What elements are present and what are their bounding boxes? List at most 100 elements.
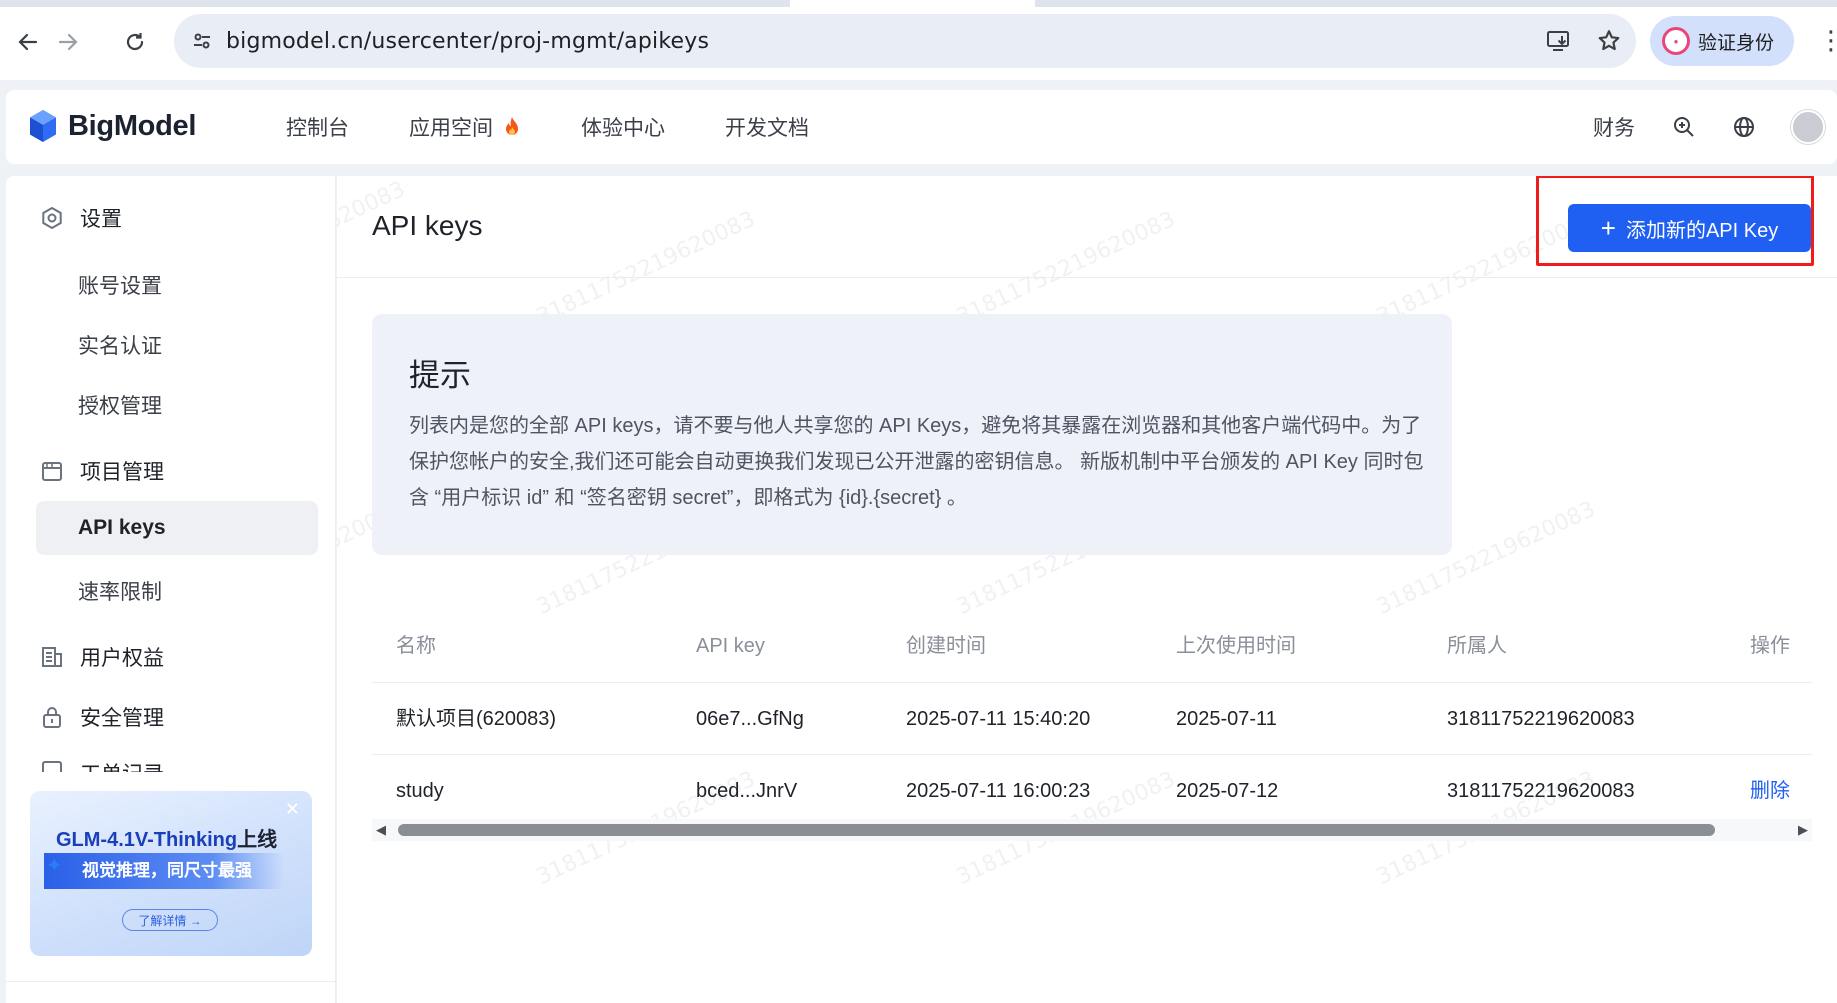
brand-name: BigModel (68, 109, 197, 142)
site-info-icon[interactable] (190, 29, 214, 53)
sidebar-group-security[interactable]: 安全管理 (38, 702, 164, 732)
install-app-icon[interactable] (1544, 26, 1574, 56)
scroll-left-icon[interactable]: ◀ (372, 819, 390, 841)
column-header: 创建时间 (906, 635, 986, 657)
nav-app-space[interactable]: 应用空间 (409, 112, 521, 142)
column-header: 名称 (396, 635, 436, 657)
nav-experience-label: 体验中心 (581, 117, 665, 140)
more-menu-icon[interactable]: ⋮ (1818, 22, 1837, 62)
tip-box: 提示 列表内是您的全部 API keys，请不要与他人共享您的 API Keys… (372, 314, 1452, 555)
plus-icon: + (1600, 213, 1616, 243)
column-header: API key (696, 635, 765, 657)
app-header: BigModel 控制台 应用空间 体验中心 开发文档 财务 (6, 90, 1837, 164)
settings-icon (38, 204, 66, 232)
address-bar[interactable]: bigmodel.cn/usercenter/proj-mgmt/apikeys (174, 14, 1636, 68)
profile-verify-button[interactable]: ● 验证身份 (1650, 16, 1794, 66)
sidebar-group-tickets-label: 工单记录 (80, 758, 164, 772)
watermark: 31811752219620083 (532, 206, 760, 331)
sidebar-item-real-name[interactable]: 实名认证 (78, 330, 162, 360)
column-header: 操作 (1750, 635, 1790, 657)
nav-console[interactable]: 控制台 (286, 112, 349, 142)
back-icon[interactable] (8, 22, 48, 62)
sidebar-group-security-label: 安全管理 (80, 707, 164, 730)
sidebar-group-projects[interactable]: 项目管理 (38, 456, 164, 486)
sidebar-item-api-keys-label: API keys (78, 516, 166, 539)
nav-finance[interactable]: 财务 (1593, 112, 1635, 142)
watermark: 31811752219620083 (1372, 206, 1600, 331)
tip-body: 列表内是您的全部 API keys，请不要与他人共享您的 API Keys，避免… (409, 415, 1424, 509)
watermark: 31811752219620083 (952, 206, 1180, 331)
sidebar-group-tickets[interactable]: 工单记录 (38, 754, 164, 772)
sidebar-group-settings[interactable]: 设置 (38, 203, 122, 233)
bigmodel-logo-icon (30, 110, 56, 142)
benefits-icon (38, 643, 66, 671)
cell-created: 2025-07-11 16:00:23 (906, 780, 1091, 802)
scroll-right-icon[interactable]: ▶ (1794, 819, 1812, 841)
bookmark-star-icon[interactable] (1594, 26, 1624, 56)
page-title: API keys (372, 210, 483, 241)
cell-api-key: bced...JnrV (696, 780, 798, 802)
brand-logo[interactable]: BigModel (28, 109, 196, 143)
sidebar-item-account-settings[interactable]: 账号设置 (78, 270, 162, 300)
sidebar-group-projects-label: 项目管理 (80, 461, 164, 484)
add-api-key-label: 添加新的API Key (1625, 219, 1779, 242)
horizontal-scrollbar[interactable]: ◀ ▶ (372, 819, 1812, 841)
active-tab[interactable] (790, 0, 1035, 7)
column-header: 所属人 (1447, 635, 1507, 657)
user-avatar[interactable] (1791, 110, 1825, 144)
cell-api-key: 06e7...GfNg (696, 708, 804, 730)
close-icon[interactable]: ✕ (285, 799, 300, 820)
nav-app-space-label: 应用空间 (409, 117, 493, 140)
header-divider (337, 277, 1837, 278)
promo-title: GLM-4.1V-Thinking上线 (56, 823, 277, 852)
table-row: study bced...JnrV 2025-07-11 16:00:23 20… (372, 754, 1812, 826)
globe-icon[interactable] (1731, 114, 1757, 140)
nav-experience[interactable]: 体验中心 (581, 112, 665, 142)
top-nav: 控制台 应用空间 体验中心 开发文档 (286, 90, 869, 164)
url-text[interactable]: bigmodel.cn/usercenter/proj-mgmt/apikeys (226, 29, 709, 54)
support-icon[interactable] (1671, 114, 1697, 140)
table-header: 名称 API key 创建时间 上次使用时间 所属人 操作 (372, 610, 1812, 682)
sidebar-item-rate-limit[interactable]: 速率限制 (78, 576, 162, 606)
profile-verify-label: 验证身份 (1698, 31, 1775, 54)
flame-icon (506, 117, 518, 135)
profile-badge-icon: ● (1662, 27, 1690, 55)
table-row: 默认项目(620083) 06e7...GfNg 2025-07-11 15:4… (372, 682, 1812, 754)
reload-icon[interactable] (115, 22, 155, 62)
promo-card[interactable]: ✕ GLM-4.1V-Thinking上线 视觉推理，同尺寸最强 ✦ 了解详情 … (30, 791, 312, 956)
cell-name: 默认项目(620083) (396, 708, 557, 730)
promo-title-tail: 上线 (237, 829, 278, 851)
add-api-key-button[interactable]: + 添加新的API Key (1568, 204, 1811, 252)
tip-heading: 提示 (409, 358, 471, 393)
nav-docs-label: 开发文档 (725, 117, 809, 140)
sparkle-icon: ✦ (46, 855, 63, 877)
delete-button[interactable]: 删除 (1750, 755, 1790, 827)
api-keys-table: 名称 API key 创建时间 上次使用时间 所属人 操作 默认项目(62008… (372, 610, 1812, 826)
ticket-icon (38, 754, 66, 772)
nav-console-label: 控制台 (286, 117, 349, 140)
sidebar-group-benefits[interactable]: 用户权益 (38, 642, 164, 672)
promo-subtitle: 视觉推理，同尺寸最强 (44, 853, 284, 889)
cell-last-used: 2025-07-11 (1176, 708, 1277, 730)
header-right: 财务 (1593, 90, 1837, 164)
browser-chrome: bigmodel.cn/usercenter/proj-mgmt/apikeys… (0, 0, 1837, 80)
sidebar: 设置 账号设置 实名认证 授权管理 项目管理 API keys 速率限制 用户权… (6, 176, 336, 1003)
lock-icon (38, 703, 66, 731)
sidebar-divider (6, 981, 335, 982)
forward-icon[interactable] (48, 22, 88, 62)
project-icon (38, 457, 66, 485)
main-panel: 31811752219620083 31811752219620083 3181… (337, 176, 1837, 1003)
cell-owner: 31811752219620083 (1447, 708, 1635, 730)
scrollbar-thumb[interactable] (398, 824, 1715, 836)
sidebar-group-benefits-label: 用户权益 (80, 647, 164, 670)
nav-docs[interactable]: 开发文档 (725, 112, 809, 142)
cell-name: study (396, 780, 444, 802)
promo-learn-more-button[interactable]: 了解详情 → (122, 909, 218, 931)
sidebar-item-authorization[interactable]: 授权管理 (78, 390, 162, 420)
tab-strip (0, 0, 1837, 7)
column-header: 上次使用时间 (1176, 635, 1296, 657)
promo-title-model: GLM-4.1V-Thinking (56, 829, 238, 851)
cell-created: 2025-07-11 15:40:20 (906, 708, 1091, 730)
sidebar-group-settings-label: 设置 (80, 208, 122, 231)
cell-owner: 31811752219620083 (1447, 780, 1635, 802)
